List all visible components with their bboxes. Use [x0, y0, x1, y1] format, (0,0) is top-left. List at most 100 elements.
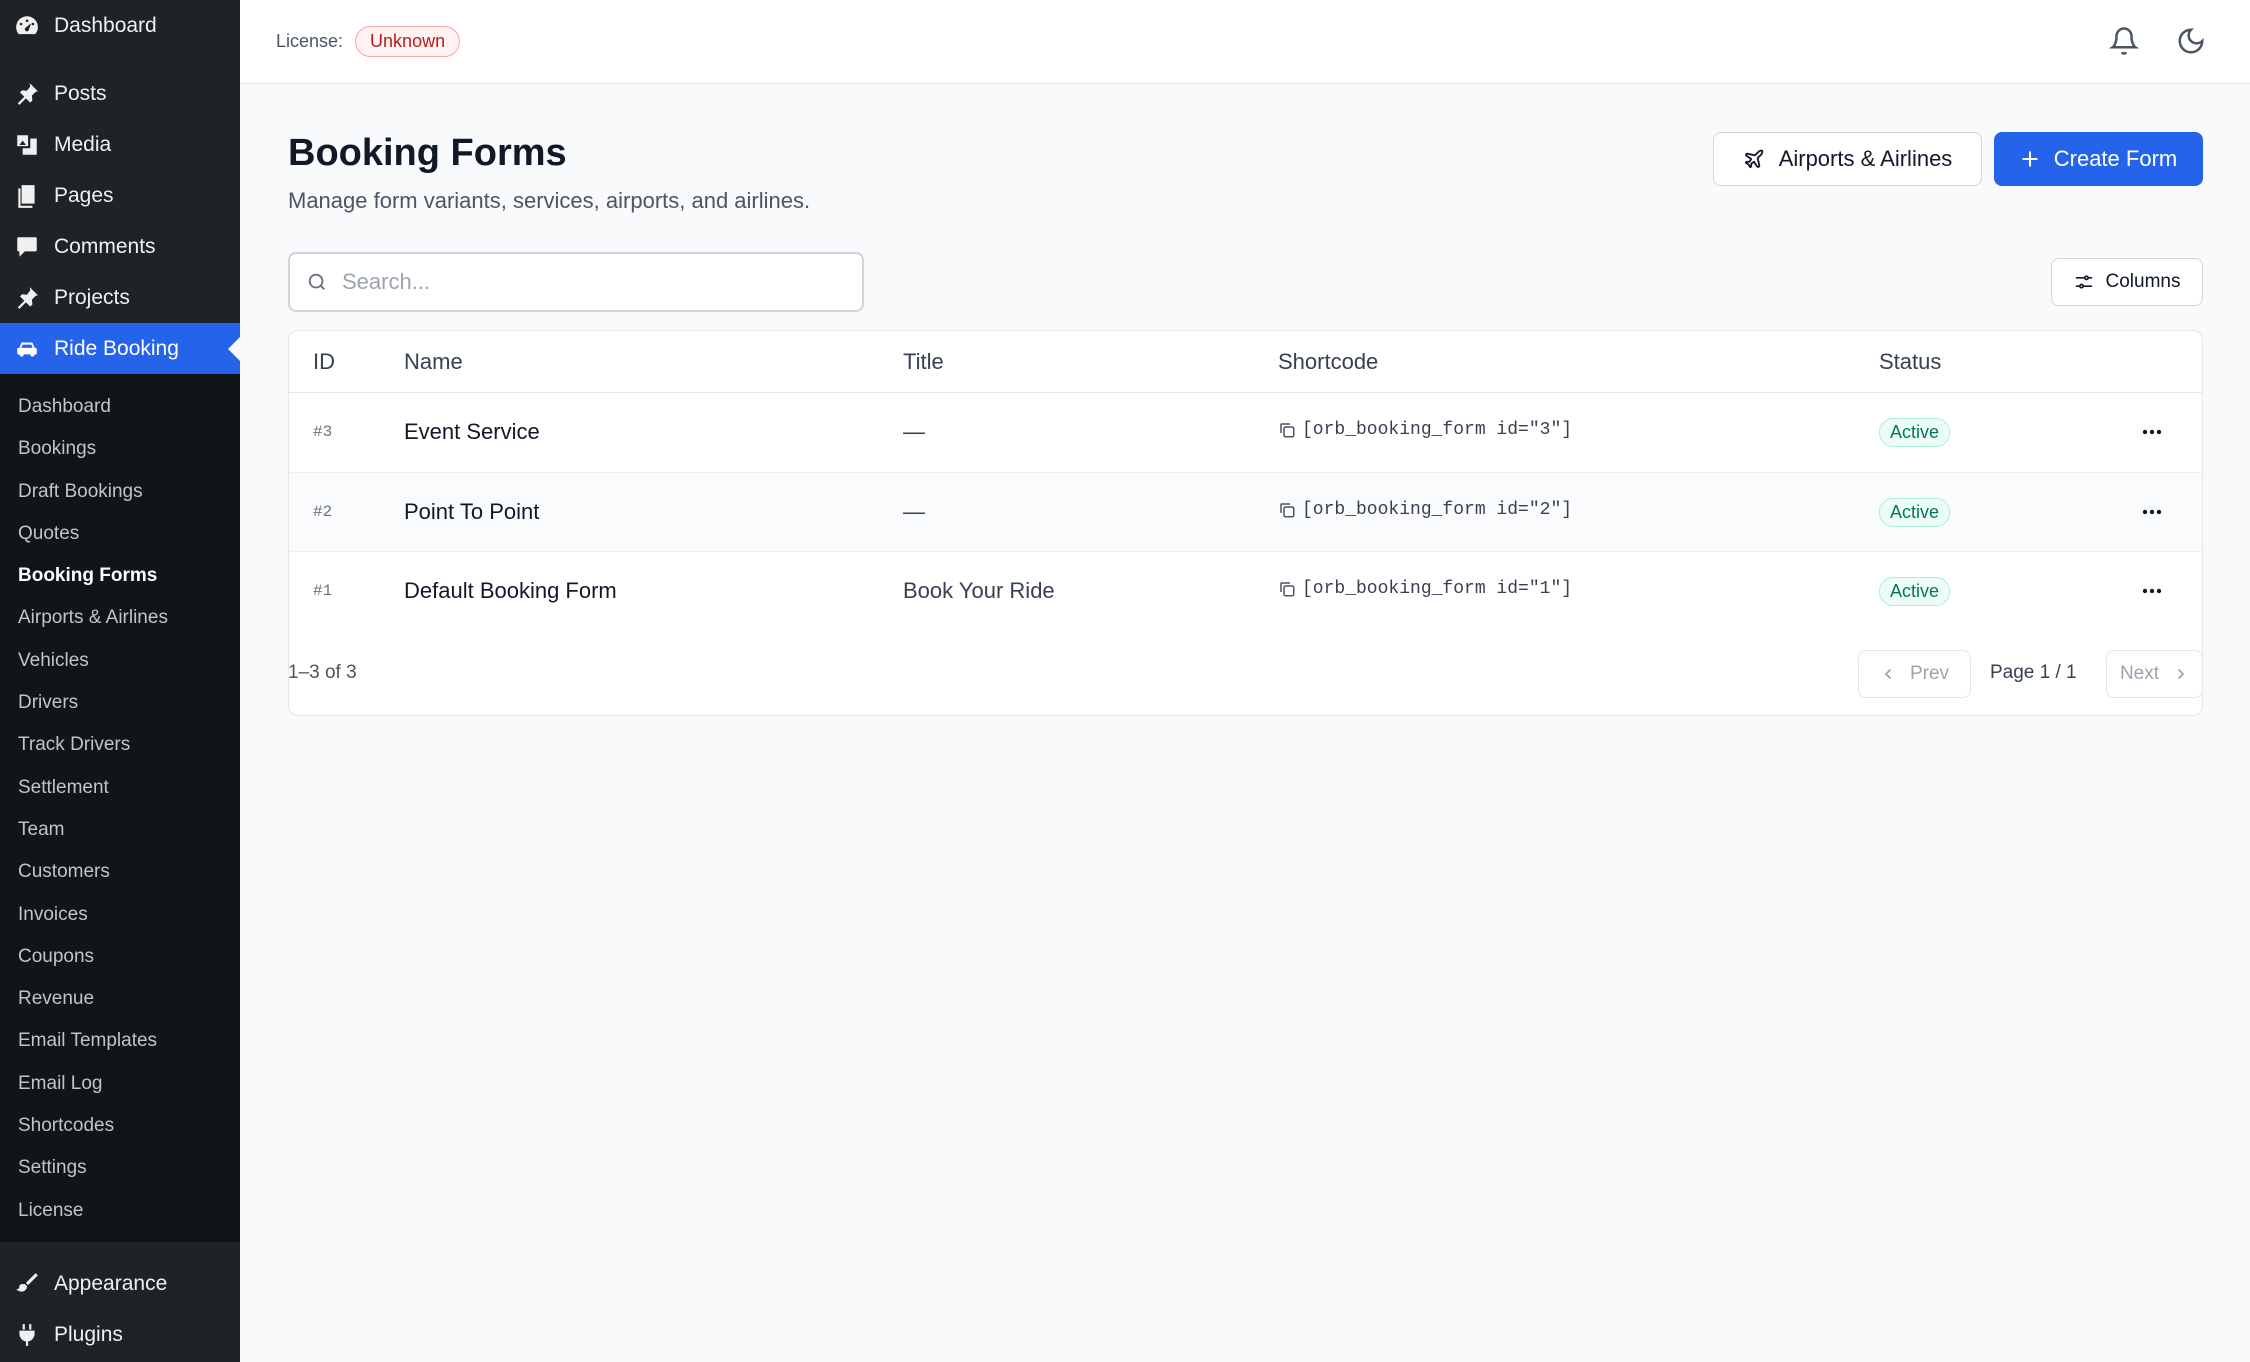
page-indicator: Page 1 / 1 [1990, 662, 2077, 683]
submenu-item-settlement[interactable]: Settlement [0, 767, 240, 809]
pin-icon [14, 285, 40, 311]
submenu-item-shortcodes[interactable]: Shortcodes [0, 1105, 240, 1147]
more-actions-icon[interactable] [2139, 578, 2165, 604]
ride-booking-submenu: Dashboard Bookings Draft Bookings Quotes… [0, 374, 240, 1242]
create-form-label: Create Form [2053, 146, 2178, 171]
license-status-badge[interactable]: Unknown [355, 26, 461, 57]
submenu-item-customers[interactable]: Customers [0, 851, 240, 893]
copy-icon[interactable] [1278, 421, 1296, 439]
chevron-left-icon [1884, 669, 1891, 679]
license-label: License: [276, 31, 344, 51]
table-row[interactable]: #1 Default Booking Form Book Your Ride [… [289, 552, 2202, 632]
car-icon [14, 336, 40, 362]
pin-icon [14, 81, 40, 107]
submenu-item-invoices[interactable]: Invoices [0, 894, 240, 936]
top-bar: License: Unknown [240, 0, 2250, 84]
sidebar-item-pages[interactable]: Pages [0, 170, 240, 221]
columns-button[interactable]: Columns [2051, 258, 2203, 306]
row-name[interactable]: Default Booking Form [404, 578, 617, 604]
row-title: — [903, 498, 925, 524]
submenu-item-vehicles[interactable]: Vehicles [0, 640, 240, 682]
sliders-icon [2075, 275, 2092, 289]
sidebar-item-comments[interactable]: Comments [0, 221, 240, 272]
dark-mode-moon-icon[interactable] [2174, 24, 2208, 58]
row-title: — [903, 419, 925, 444]
columns-label: Columns [2105, 271, 2181, 292]
sidebar-item-label: Posts [54, 81, 107, 105]
prev-page-button[interactable]: Prev [1858, 650, 1971, 698]
submenu-item-dashboard[interactable]: Dashboard [0, 386, 240, 428]
status-badge: Active [1879, 497, 1951, 527]
submenu-item-airports-airlines[interactable]: Airports & Airlines [0, 597, 240, 639]
row-id: #3 [313, 423, 333, 441]
pages-icon [14, 183, 40, 209]
submenu-item-email-log[interactable]: Email Log [0, 1063, 240, 1105]
row-shortcode[interactable]: [orb_booking_form id="2"] [1278, 500, 1572, 520]
airports-airlines-button[interactable]: Airports & Airlines [1713, 132, 1982, 186]
sidebar-item-label: Ride Booking [54, 336, 179, 360]
submenu-item-license[interactable]: License [0, 1190, 240, 1232]
row-name[interactable]: Event Service [404, 419, 540, 445]
shortcode-text: [orb_booking_form id="3"] [1302, 420, 1573, 440]
column-header-shortcode[interactable]: Shortcode [1278, 349, 1378, 375]
search-input[interactable] [340, 268, 820, 296]
airports-airlines-label: Airports & Airlines [1778, 146, 1953, 171]
sidebar-item-label: Appearance [54, 1272, 168, 1296]
submenu-item-revenue[interactable]: Revenue [0, 978, 240, 1020]
brush-icon [14, 1271, 40, 1297]
row-shortcode[interactable]: [orb_booking_form id="3"] [1278, 420, 1572, 440]
column-header-title[interactable]: Title [903, 349, 944, 375]
column-header-status[interactable]: Status [1879, 349, 1941, 375]
submenu-item-draft-bookings[interactable]: Draft Bookings [0, 471, 240, 513]
submenu-item-email-templates[interactable]: Email Templates [0, 1020, 240, 1062]
plane-icon [1744, 149, 1764, 169]
search-box [288, 252, 864, 312]
more-actions-icon[interactable] [2139, 499, 2165, 525]
submenu-item-track-drivers[interactable]: Track Drivers [0, 724, 240, 766]
column-header-id[interactable]: ID [313, 349, 335, 375]
table-row[interactable]: #2 Point To Point — [orb_booking_form id… [289, 472, 2202, 552]
comment-icon [14, 234, 40, 260]
submenu-item-drivers[interactable]: Drivers [0, 682, 240, 724]
submenu-item-bookings[interactable]: Bookings [0, 428, 240, 470]
row-name[interactable]: Point To Point [404, 499, 539, 525]
submenu-item-quotes[interactable]: Quotes [0, 513, 240, 555]
sidebar-item-projects[interactable]: Projects [0, 272, 240, 323]
sidebar-item-ride-booking[interactable]: Ride Booking [0, 323, 240, 374]
sidebar-item-media[interactable]: Media [0, 119, 240, 170]
plugin-icon [14, 1322, 40, 1348]
submenu-item-booking-forms[interactable]: Booking Forms [0, 555, 240, 597]
more-actions-icon[interactable] [2139, 419, 2165, 445]
next-page-button[interactable]: Next [2106, 650, 2203, 698]
copy-icon[interactable] [1278, 580, 1296, 598]
dashboard-icon [14, 13, 40, 39]
submenu-item-team[interactable]: Team [0, 809, 240, 851]
submenu-item-coupons[interactable]: Coupons [0, 936, 240, 978]
column-header-name[interactable]: Name [404, 349, 463, 375]
prev-label: Prev [1909, 663, 1950, 684]
chevron-right-icon [2178, 669, 2185, 679]
table-row[interactable]: #3 Event Service — [orb_booking_form id=… [289, 393, 2202, 473]
row-shortcode[interactable]: [orb_booking_form id="1"] [1278, 579, 1572, 599]
create-form-button[interactable]: Create Form [1994, 132, 2203, 186]
notifications-bell-icon[interactable] [2107, 24, 2141, 58]
admin-sidebar: Dashboard Posts Media Pages Comments Pro… [0, 0, 240, 1362]
search-icon [308, 273, 325, 290]
row-id: #2 [313, 502, 333, 521]
sidebar-item-posts[interactable]: Posts [0, 68, 240, 119]
plus-icon [2022, 151, 2038, 167]
copy-icon[interactable] [1278, 501, 1296, 519]
sidebar-item-label: Pages [54, 183, 114, 207]
sidebar-item-appearance[interactable]: Appearance [0, 1259, 240, 1310]
submenu-item-settings[interactable]: Settings [0, 1147, 240, 1189]
shortcode-text: [orb_booking_form id="2"] [1302, 499, 1573, 520]
sidebar-item-label: Media [54, 132, 112, 156]
next-label: Next [2119, 663, 2160, 684]
row-title: Book Your Ride [903, 578, 1055, 603]
status-badge: Active [1879, 577, 1951, 606]
row-id: #1 [313, 582, 333, 600]
results-count: 1–3 of 3 [288, 662, 357, 683]
sidebar-item-dashboard[interactable]: Dashboard [0, 0, 240, 51]
sidebar-item-plugins[interactable]: Plugins [0, 1310, 240, 1361]
shortcode-text: [orb_booking_form id="1"] [1302, 579, 1573, 599]
